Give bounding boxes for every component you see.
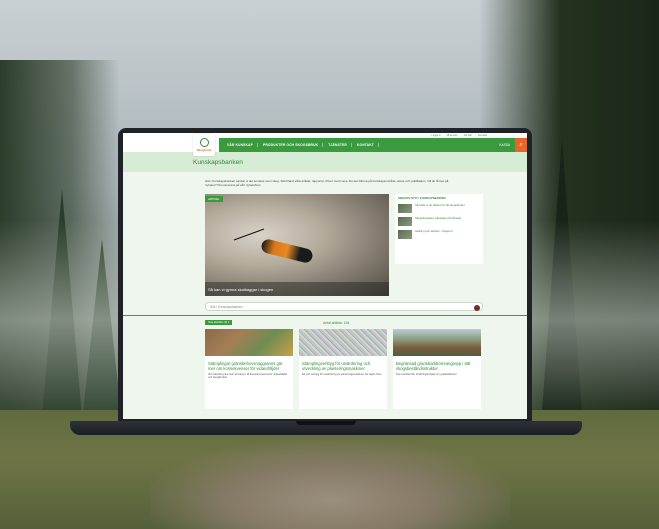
search-icon: ⌕ bbox=[519, 142, 523, 148]
article-card[interactable]: Begränsad gransbarkborreangrepp i tätt s… bbox=[393, 329, 481, 409]
news-thumbnail bbox=[398, 217, 412, 226]
laptop-screen-bezel: Logga in Mina sidor Kontakt Svenska Skog… bbox=[118, 128, 532, 423]
search-placeholder: Sök i Kunskapsbanken... bbox=[210, 304, 246, 309]
article-tag: ARTIKEL bbox=[205, 196, 223, 202]
site-logo[interactable]: Skogforsk bbox=[193, 134, 215, 156]
news-item-title: Så hittar vi de bästa frön till skogsbru… bbox=[415, 203, 465, 207]
show-filters-button[interactable]: Visa alla filter (9) ▾ bbox=[205, 320, 233, 325]
utility-link[interactable]: Mina sidor bbox=[447, 134, 458, 137]
news-thumbnail bbox=[398, 204, 412, 213]
article-card-text: Nya resultat från forskningsprojekt om g… bbox=[396, 373, 458, 376]
page-banner: Kunskapsbanken bbox=[123, 152, 527, 172]
utility-link[interactable]: Svenska bbox=[478, 134, 487, 137]
article-card[interactable]: Stämplingar gränsbehovsnoggranns gör mer… bbox=[205, 329, 293, 409]
website-screen: Logga in Mina sidor Kontakt Svenska Skog… bbox=[123, 133, 527, 419]
news-thumbnail bbox=[398, 230, 412, 239]
laptop-notch bbox=[296, 421, 356, 425]
article-card-text: Ett nytt verktyg för utvärdering av plan… bbox=[302, 373, 383, 376]
nav-item-var-kunskap[interactable]: VÅR KUNSKAP bbox=[223, 143, 258, 147]
featured-article[interactable]: ARTIKEL Så kan vi gynna skalbaggar i sko… bbox=[205, 194, 389, 296]
news-item-title: Skogsbrandens påverkan på klimatet bbox=[415, 216, 462, 220]
beetle-antenna bbox=[233, 228, 265, 241]
nav-item-kontakt[interactable]: KONTAKT bbox=[353, 143, 379, 147]
nav-item-produkter[interactable]: PRODUKTER OCH SKOGSBRUK bbox=[259, 143, 324, 147]
logo-ring-icon bbox=[199, 138, 209, 147]
hero-caption-text: Så kan vi gynna skalbaggar i skogen bbox=[208, 286, 274, 292]
beetle-image bbox=[260, 237, 314, 265]
nav-menu: VÅR KUNSKAP PRODUKTER OCH SKOGSBRUK TJÄN… bbox=[219, 138, 515, 152]
article-card-image bbox=[205, 329, 293, 356]
article-card-title: Stämplingar gränsbehovsnoggranns gör mer… bbox=[208, 361, 283, 371]
logo-text: Skogforsk bbox=[196, 148, 212, 152]
dirt-path bbox=[150, 440, 510, 529]
article-card[interactable]: Stämplingverktyg för utvärdering och utv… bbox=[299, 329, 387, 409]
article-card-title: Stämplingverktyg för utvärdering och utv… bbox=[302, 361, 371, 371]
article-card-text: Vid stämpling ska man ta hänsyn till kon… bbox=[208, 373, 288, 380]
utility-link[interactable]: Kontakt bbox=[464, 134, 472, 137]
nav-item-tjanster[interactable]: TJÄNSTER bbox=[324, 143, 352, 147]
latest-news-sidebar: SENASTE NYTT I KUNSKAPSBANKEN Så hittar … bbox=[395, 194, 483, 264]
hero-caption: Så kan vi gynna skalbaggar i skogen bbox=[205, 282, 389, 296]
cart-link[interactable]: KASSA bbox=[499, 143, 515, 147]
search-button[interactable]: ⌕ bbox=[515, 138, 527, 152]
utility-link[interactable]: Logga in bbox=[432, 134, 441, 137]
main-navigation: Skogforsk VÅR KUNSKAP PRODUKTER OCH SKOG… bbox=[123, 134, 527, 156]
sidebar-news-item[interactable]: Så hittar vi de bästa frön till skogsbru… bbox=[398, 203, 480, 213]
article-card-image bbox=[299, 329, 387, 356]
article-card-image bbox=[393, 329, 481, 356]
sidebar-news-item[interactable]: Gallring och skötsel – Rapport bbox=[398, 229, 480, 239]
news-item-title: Gallring och skötsel – Rapport bbox=[415, 229, 453, 233]
filter-row: Visa alla filter (9) ▾ Antal artiklar: 1… bbox=[123, 316, 527, 326]
article-card-title: Begränsad gransbarkborreangrepp i tätt s… bbox=[396, 361, 471, 371]
page-title: Kunskapsbanken bbox=[193, 158, 243, 166]
sidebar-news-item[interactable]: Skogsbrandens påverkan på klimatet bbox=[398, 216, 480, 226]
intro-text: Här i Kunskapsbanken samlar vi det senas… bbox=[205, 179, 449, 187]
featured-row: ARTIKEL Så kan vi gynna skalbaggar i sko… bbox=[123, 194, 527, 296]
article-grid: Stämplingar gränsbehovsnoggranns gör mer… bbox=[123, 326, 527, 409]
article-count: Antal artiklar: 194 bbox=[323, 321, 350, 325]
knowledge-search-input[interactable]: Sök i Kunskapsbanken... bbox=[205, 302, 483, 311]
sidebar-title: SENASTE NYTT I KUNSKAPSBANKEN bbox=[398, 197, 446, 200]
search-submit-icon[interactable] bbox=[474, 304, 480, 311]
